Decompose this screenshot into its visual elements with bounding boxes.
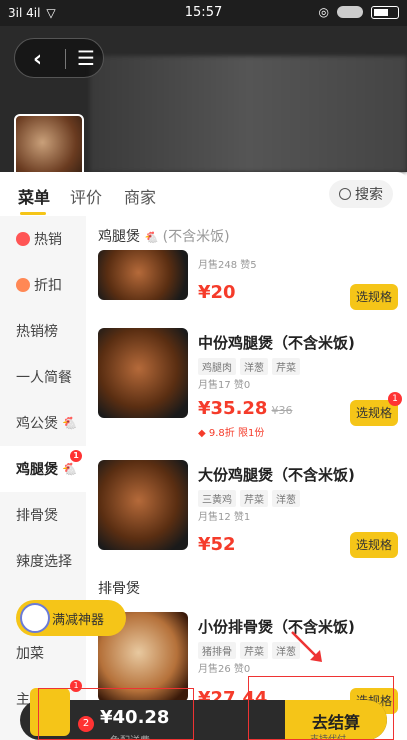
search-icon [339, 188, 351, 200]
sidebar-item-chicken-pot[interactable]: 鸡公煲 🐔 [0, 400, 86, 446]
sidebar-item-label: 加菜 [16, 646, 44, 662]
ingredient-tag: 三黄鸡 [198, 490, 236, 507]
ingredient-tag: 芹菜 [240, 642, 268, 659]
menu-item[interactable]: 大份鸡腿煲（不含米饭) 三黄鸡 芹菜 洋葱 月售12 赞1 ¥52 选规格 [98, 460, 398, 570]
discount-label: ◆ 9.8折 限1份 [198, 424, 264, 439]
back-icon[interactable]: ‹ [33, 47, 42, 72]
item-name: 大份鸡腿煲（不含米饭) [198, 466, 355, 484]
sales-count: 月售17 [198, 380, 231, 391]
item-price: ¥35.28 ¥36 [198, 398, 292, 419]
search-label: 搜索 [355, 187, 383, 203]
item-meta: 月售17 赞0 [198, 376, 250, 391]
annotation-arrow-icon [291, 631, 322, 662]
menu-item[interactable]: 月售248 赞5 ¥20 选规格 [98, 250, 398, 310]
sidebar-badge: 1 [70, 450, 82, 462]
like-count: 赞5 [240, 260, 257, 271]
menu-item[interactable]: 中份鸡腿煲（不含米饭) 鸡腿肉 洋葱 芹菜 月售17 赞0 ¥35.28 ¥36 … [98, 328, 402, 439]
item-count-badge: 1 [388, 392, 402, 406]
ingredient-tag: 芹菜 [240, 490, 268, 507]
discount-icon [16, 278, 30, 292]
dish-image [98, 250, 188, 300]
original-price: ¥36 [271, 404, 293, 417]
tab-menu[interactable]: 菜单 [18, 184, 50, 208]
select-spec-button[interactable]: 选规格 [350, 532, 398, 558]
item-name: 中份鸡腿煲（不含米饭) [198, 334, 355, 352]
toggle-icon [337, 6, 363, 18]
menu-icon[interactable]: ☰ [77, 46, 95, 70]
item-tags: 三黄鸡 芹菜 洋葱 [198, 490, 300, 507]
section-title-text: 鸡腿煲 [98, 229, 140, 245]
ingredient-tag: 猪排骨 [198, 642, 236, 659]
tab-reviews[interactable]: 评价 [70, 184, 102, 208]
sales-count: 月售248 [198, 260, 238, 271]
ingredient-tag: 鸡腿肉 [198, 358, 236, 375]
item-meta: 月售12 赞1 [198, 508, 250, 523]
tab-bar: 菜单 评价 商家 搜索 [0, 172, 407, 216]
chicken-icon: 🐔 [62, 416, 77, 430]
tab-merchant[interactable]: 商家 [124, 184, 156, 208]
item-meta: 月售248 赞5 [198, 256, 257, 271]
sales-count: 月售12 [198, 512, 231, 523]
ingredient-tag: 洋葱 [272, 490, 300, 507]
dish-image [98, 460, 188, 550]
annotation-box [38, 688, 194, 740]
sidebar-item-add-dish[interactable]: 加菜 [0, 630, 86, 676]
like-count: 赞0 [233, 664, 251, 675]
status-bar: 3il 4il ▽ 15:57 ◎ [0, 0, 407, 26]
sidebar-item-drumstick-pot[interactable]: 鸡腿煲 🐔 1 [0, 446, 86, 492]
item-price: ¥20 [198, 282, 236, 303]
item-name: 小份排骨煲（不含米饭) [198, 618, 355, 636]
chicken-icon: 🐔 [144, 231, 159, 244]
tab-indicator [20, 212, 46, 215]
select-spec-button[interactable]: 选规格 1 [350, 392, 402, 426]
like-count: 赞1 [233, 512, 251, 523]
section-title: 鸡腿煲 🐔 (不含米饭) [98, 226, 230, 246]
section-title: 排骨煲 [98, 581, 140, 597]
sales-count: 月售26 [198, 664, 231, 675]
item-price: ¥52 [198, 534, 236, 555]
promo-button[interactable]: 满减神器 [16, 600, 126, 636]
section-subtitle: (不含米饭) [162, 229, 230, 245]
sidebar-item-label: 热销 [34, 232, 62, 248]
tag-icon: ◆ [198, 428, 206, 439]
select-spec-button[interactable]: 选规格 [350, 284, 398, 310]
menu-list: 鸡腿煲 🐔 (不含米饭) 月售248 赞5 ¥20 选规格 中份鸡腿煲（不含米饭… [86, 216, 407, 740]
robot-icon [20, 603, 50, 633]
dish-image [98, 328, 188, 418]
sidebar-item-label: 排骨煲 [16, 508, 58, 524]
sidebar-item-discount[interactable]: 折扣 [0, 262, 86, 308]
discount-text: 9.8折 限1份 [208, 428, 265, 439]
sidebar-item-single-meal[interactable]: 一人简餐 [0, 354, 86, 400]
alarm-icon: ◎ [318, 5, 329, 19]
sidebar-item-label: 辣度选择 [16, 554, 72, 570]
price-value: ¥35.28 [198, 398, 268, 419]
shop-header: ‹ ☰ [0, 26, 407, 184]
ingredient-tag: 洋葱 [240, 358, 268, 375]
item-meta: 月售26 赞0 [198, 660, 250, 675]
category-sidebar: 热销 折扣 热销榜 一人简餐 鸡公煲 🐔 鸡腿煲 🐔 1 排骨煲 辣度选择 加菜… [0, 216, 86, 740]
sidebar-item-hot-list[interactable]: 热销榜 [0, 308, 86, 354]
ingredient-tag: 芹菜 [272, 358, 300, 375]
like-count: 赞0 [233, 380, 251, 391]
sidebar-item-label: 鸡公煲 [16, 416, 58, 432]
nav-divider [65, 49, 66, 69]
sidebar-item-rib-pot[interactable]: 排骨煲 [0, 492, 86, 538]
battery-icon [371, 5, 399, 19]
sidebar-item-label: 折扣 [34, 278, 62, 294]
sidebar-item-label: 热销榜 [16, 324, 58, 340]
sidebar-item-label: 鸡腿煲 [16, 462, 58, 478]
promo-label: 满减神器 [52, 612, 105, 628]
select-spec-label: 选规格 [355, 406, 392, 420]
nav-capsule: ‹ ☰ [14, 38, 104, 78]
sidebar-item-label: 一人简餐 [16, 370, 72, 386]
blurred-shop-info [90, 56, 407, 172]
item-tags: 鸡腿肉 洋葱 芹菜 [198, 358, 300, 375]
annotation-box [248, 676, 394, 740]
item-tags: 猪排骨 芹菜 洋葱 [198, 642, 300, 659]
flame-icon [16, 232, 30, 246]
chicken-icon: 🐔 [62, 462, 77, 476]
search-button[interactable]: 搜索 [329, 180, 393, 208]
sidebar-item-hot[interactable]: 热销 [0, 216, 86, 262]
sidebar-item-spice[interactable]: 辣度选择 [0, 538, 86, 584]
